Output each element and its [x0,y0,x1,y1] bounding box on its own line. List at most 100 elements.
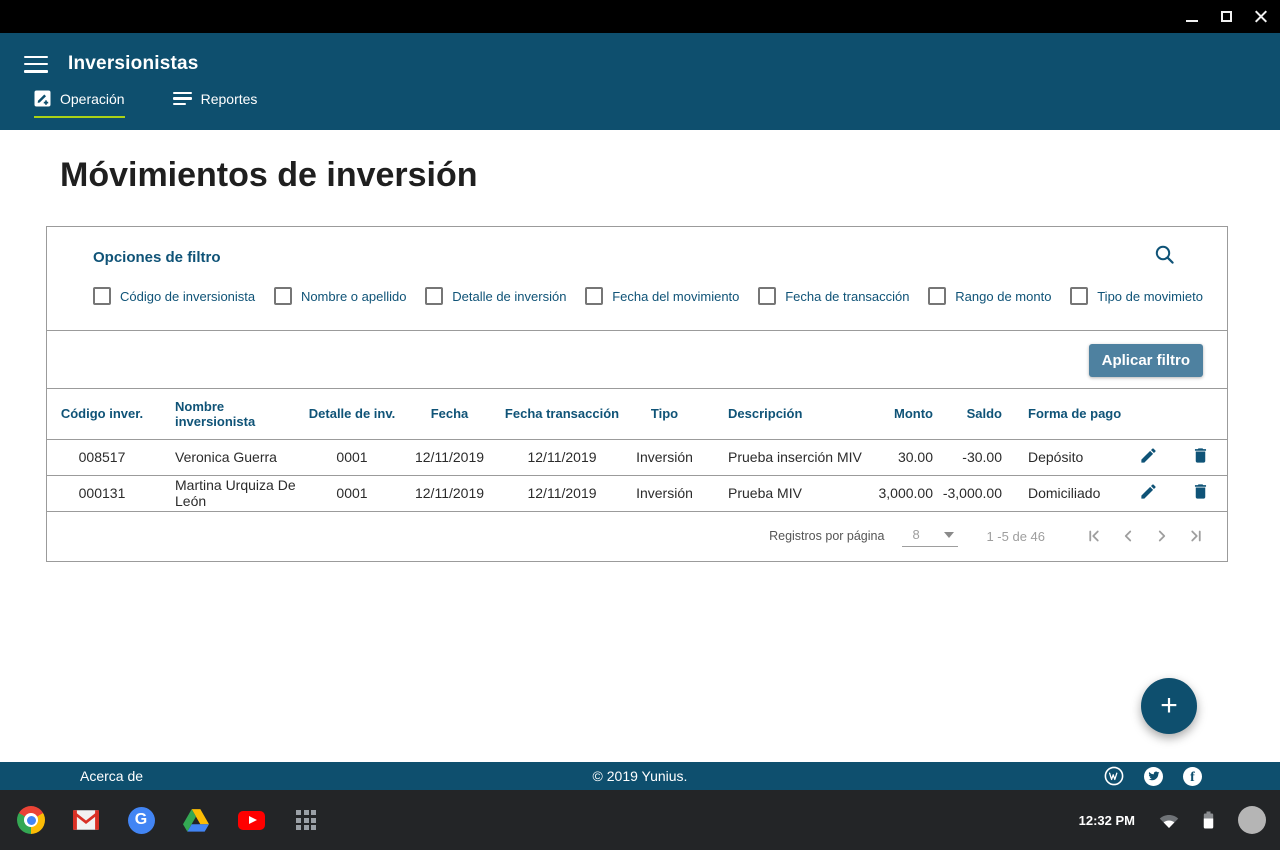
rows-per-page-select[interactable]: 8 [902,525,958,547]
battery-status-button[interactable] [1203,811,1214,829]
wordpress-link[interactable] [1104,766,1124,786]
edit-row-button[interactable] [1135,444,1162,470]
close-button[interactable] [1252,9,1268,25]
chrome-app-button[interactable] [17,806,45,834]
clock: 12:32 PM [1079,813,1135,828]
checkbox-detalle[interactable] [425,287,443,305]
cell-monto: 3,000.00 [872,475,937,511]
drive-app-button[interactable] [182,806,210,834]
col-monto: Monto [872,389,937,439]
checkbox-codigo[interactable] [93,287,111,305]
cell-detalle: 0001 [302,439,402,475]
filter-option-fecha-movimiento[interactable]: Fecha del movimiento [585,287,739,305]
shelf-apps: G [0,806,320,834]
minimize-icon [1186,20,1198,22]
cell-forma-pago: Depósito [1007,439,1122,475]
cell-tipo: Inversión [627,475,702,511]
chevron-left-icon [1119,527,1137,545]
col-detalle: Detalle de inv. [302,389,402,439]
tab-reportes-label: Reportes [201,91,258,107]
next-page-button[interactable] [1153,527,1171,545]
filter-option-nombre[interactable]: Nombre o apellido [274,287,407,305]
cell-fecha-transaccion: 12/11/2019 [497,439,627,475]
checkbox-rango-monto[interactable] [928,287,946,305]
drive-icon [183,809,209,832]
twitter-icon [1148,770,1160,782]
facebook-link[interactable]: f [1183,767,1202,786]
col-nombre: Nombre inversionista [157,389,302,439]
page-title: Móvimientos de inversión [60,156,478,195]
filter-option-label: Rango de monto [955,289,1051,304]
checkbox-fecha-movimiento[interactable] [585,287,603,305]
pagination: Registros por página 8 1 -5 de 46 [47,512,1227,561]
chrome-icon [17,806,45,834]
gmail-icon [73,810,99,830]
app-launcher-button[interactable] [292,806,320,834]
wifi-status-button[interactable] [1159,812,1179,828]
table-row: 008517 Veronica Guerra 0001 12/11/2019 1… [47,439,1227,475]
filter-option-rango-monto[interactable]: Rango de monto [928,287,1051,305]
filter-option-fecha-transaccion[interactable]: Fecha de transacción [758,287,909,305]
filter-option-tipo-movimiento[interactable]: Tipo de movimieto [1070,287,1203,305]
wifi-icon [1159,812,1179,828]
pagination-nav [1085,527,1205,545]
tab-reportes[interactable]: Reportes [173,90,258,118]
google-app-button[interactable]: G [127,806,155,834]
app-header: Inversionistas Operación Reportes [0,33,1280,130]
add-movement-fab[interactable]: + [1141,678,1197,734]
cell-saldo: -30.00 [937,439,1007,475]
gmail-app-button[interactable] [72,806,100,834]
menu-icon[interactable] [24,56,48,73]
cell-codigo: 008517 [47,439,157,475]
app-title: Inversionistas [68,53,199,75]
screen: Inversionistas Operación Reportes Móvim [0,0,1280,850]
tab-operacion[interactable]: Operación [34,90,125,118]
previous-page-button[interactable] [1119,527,1137,545]
maximize-button[interactable] [1218,9,1234,25]
cell-nombre: Veronica Guerra [157,439,302,475]
search-icon [1153,243,1177,267]
search-button[interactable] [1153,243,1177,270]
delete-row-button[interactable] [1187,444,1214,470]
first-page-button[interactable] [1085,527,1103,545]
cell-nombre: Martina Urquiza De León [157,475,302,511]
checkbox-tipo-movimiento[interactable] [1070,287,1088,305]
movements-card: Opciones de filtro Código de inversionis… [46,226,1228,562]
filter-option-codigo[interactable]: Código de inversionista [93,287,255,305]
movements-table: Código inver. Nombre inversionista Detal… [47,389,1227,512]
last-page-icon [1187,527,1205,545]
pencil-icon [1139,446,1158,465]
shelf-status-area: 12:32 PM [1079,806,1266,834]
twitter-link[interactable] [1144,767,1163,786]
about-link[interactable]: Acerca de [80,768,143,784]
filter-option-label: Fecha del movimiento [612,289,739,304]
cell-descripcion: Prueba MIV [702,475,872,511]
window-controls [1184,0,1268,33]
cell-actions [1122,439,1227,475]
col-forma-pago: Forma de pago [1007,389,1122,439]
checkbox-fecha-transaccion[interactable] [758,287,776,305]
apply-filter-button[interactable]: Aplicar filtro [1089,344,1203,377]
first-page-icon [1085,527,1103,545]
chevron-right-icon [1153,527,1171,545]
col-saldo: Saldo [937,389,1007,439]
cell-saldo: -3,000.00 [937,475,1007,511]
edit-box-icon [34,90,51,107]
maximize-icon [1221,11,1232,22]
cell-tipo: Inversión [627,439,702,475]
col-tipo: Tipo [627,389,702,439]
social-links: f [1104,766,1202,786]
last-page-button[interactable] [1187,527,1205,545]
filter-option-detalle[interactable]: Detalle de inversión [425,287,566,305]
google-icon: G [128,807,155,834]
header-top: Inversionistas [0,33,1280,75]
edit-row-button[interactable] [1135,480,1162,506]
delete-row-button[interactable] [1187,480,1214,506]
cell-forma-pago: Domiciliado [1007,475,1122,511]
checkbox-nombre[interactable] [274,287,292,305]
user-avatar[interactable] [1238,806,1266,834]
minimize-button[interactable] [1184,9,1200,25]
table-header-row: Código inver. Nombre inversionista Detal… [47,389,1227,439]
col-descripcion: Descripción [702,389,872,439]
youtube-app-button[interactable] [237,806,265,834]
